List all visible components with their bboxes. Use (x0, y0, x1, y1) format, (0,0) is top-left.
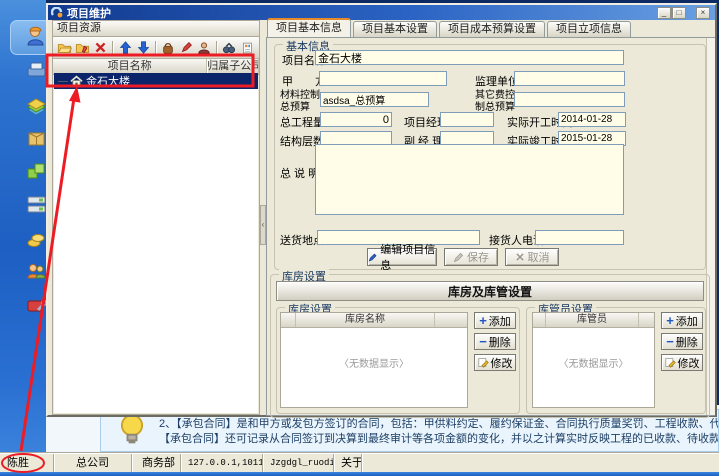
rooms-modify-button[interactable]: 修改 (474, 354, 516, 371)
dialog-title: 项目维护 (67, 5, 111, 21)
rooms-grid[interactable]: 库房名称 〈无数据显示〉 (280, 312, 468, 408)
bag-icon[interactable] (159, 39, 177, 56)
party-a-input[interactable] (319, 71, 447, 86)
open-folder-icon[interactable] (55, 39, 73, 56)
edit-folder-icon[interactable] (73, 39, 91, 56)
warehouse-header-bar: 库房及库管设置 (276, 281, 704, 301)
general-note-textarea[interactable] (315, 144, 624, 215)
tree-item-project[interactable]: — 金石大楼 (54, 73, 258, 89)
supervisor-input[interactable] (514, 71, 625, 86)
total-quantity-input[interactable] (320, 112, 392, 127)
find-icon[interactable] (220, 39, 238, 56)
maximize-button[interactable]: □ (672, 7, 686, 19)
keepers-modify-button[interactable]: 修改 (661, 354, 703, 371)
app-logo-icon (51, 7, 63, 19)
toolbar-separator (216, 41, 217, 55)
minus-icon: − (666, 337, 674, 347)
general-note-label: 总 说 明 (280, 165, 319, 181)
status-about-link[interactable]: 关于 (334, 454, 362, 472)
status-company: 总公司 (54, 454, 132, 472)
house-icon (70, 75, 83, 87)
screen: 2、【承包合同】是和甲方或发包方签订的合同，包括：甲供料约定、履约保证金、合同执… (0, 0, 719, 476)
tab-bar: 项目基本信息 项目基本设置 项目成本预算设置 项目立项信息 (267, 20, 633, 37)
column-project-name[interactable]: 项目名称 (53, 59, 207, 74)
other-budget-input[interactable] (514, 92, 625, 107)
dialog-titlebar[interactable]: 项目维护 _ □ × (48, 5, 715, 20)
tree-toolbar (53, 37, 259, 59)
keepers-remove-button[interactable]: −删除 (661, 333, 703, 350)
project-maintenance-dialog: 项目维护 _ □ × 项目资源 (46, 3, 717, 417)
material-budget-input[interactable] (320, 92, 429, 107)
status-bar: 陈胜 总公司 商务部 127.0.0.1,1011\sqlexps Jzgdgl… (0, 453, 719, 473)
toolbar-separator (155, 41, 156, 55)
total-quantity-label: 总工程量 (280, 114, 324, 130)
pen-icon[interactable] (177, 39, 195, 56)
bottom-strip (0, 472, 719, 476)
close-button[interactable]: × (696, 7, 710, 19)
keepers-add-button[interactable]: +添加 (661, 312, 703, 329)
cancel-x-icon (515, 252, 525, 262)
coins-icon[interactable] (26, 229, 47, 250)
report-icon[interactable] (238, 39, 256, 56)
minus-icon: − (479, 337, 487, 347)
tab-project-approval[interactable]: 项目立项信息 (547, 21, 631, 37)
project-manager-input[interactable] (440, 112, 494, 127)
rooms-indicator-column (281, 313, 296, 327)
save-pen-icon (453, 252, 464, 263)
plus-icon: + (666, 316, 674, 326)
tab-basic-info[interactable]: 项目基本信息 (267, 18, 351, 37)
users-icon[interactable] (26, 261, 47, 282)
rooms-remove-button[interactable]: −删除 (474, 333, 516, 350)
rooms-grid-header: 库房名称 (281, 313, 467, 328)
actual-start-input[interactable] (558, 112, 626, 127)
tree-expander[interactable]: — (58, 76, 68, 87)
rooms-empty-text: 〈无数据显示〉 (281, 355, 467, 370)
keepers-empty-text: 〈无数据显示〉 (533, 355, 654, 370)
project-resources-panel: 项目资源 项目名称 归属子公司 (52, 20, 260, 415)
plus-icon: + (479, 316, 487, 326)
rooms-name-column: 库房名称 (296, 313, 435, 327)
status-user: 陈胜 (0, 454, 54, 472)
project-tree[interactable]: — 金石大楼 (54, 73, 258, 413)
supervisor-label: 监理单位 (475, 73, 519, 89)
delete-x-icon[interactable] (91, 39, 109, 56)
status-department: 商务部 (132, 454, 181, 472)
move-down-icon[interactable] (134, 39, 152, 56)
keepers-name-column: 库管员 (546, 313, 639, 327)
report-chart-icon[interactable] (26, 96, 47, 117)
tree-item-label: 金石大楼 (86, 73, 130, 89)
worker-icon[interactable] (25, 25, 46, 46)
status-server: 127.0.0.1,1011\sqlexps (181, 454, 263, 472)
modify-icon (478, 357, 489, 368)
tip-line-2: 【承包合同】还可记录从合同签订到决算到最终审计等各项金额的变化，并以之计算实时反… (159, 430, 719, 446)
project-name-input[interactable] (315, 50, 624, 65)
column-subsidiary[interactable]: 归属子公司 (207, 59, 259, 74)
panel-caption: 项目资源 (53, 21, 259, 37)
list-icon[interactable] (26, 194, 47, 215)
rooms-add-button[interactable]: +添加 (474, 312, 516, 329)
bulb-icon (117, 412, 147, 448)
tab-basic-settings[interactable]: 项目基本设置 (353, 21, 437, 37)
person-icon[interactable] (195, 39, 213, 56)
cancel-button[interactable]: 取消 (505, 248, 559, 266)
modify-icon (665, 357, 676, 368)
save-button[interactable]: 保存 (444, 248, 498, 266)
toolbar-separator (112, 41, 113, 55)
edit-pen-icon (368, 252, 377, 263)
materials-icon[interactable] (26, 160, 47, 181)
minimize-button[interactable]: _ (657, 7, 671, 19)
keepers-grid[interactable]: 库管员 〈无数据显示〉 (532, 312, 655, 408)
keepers-grid-header: 库管员 (533, 313, 654, 328)
edit-project-button[interactable]: 编辑项目信息 (367, 248, 437, 266)
printer-icon[interactable] (26, 60, 47, 81)
keepers-indicator-column (533, 313, 546, 327)
app-sidebar (0, 0, 46, 453)
toolbox-icon[interactable] (26, 294, 47, 315)
box-icon[interactable] (26, 127, 47, 148)
move-up-icon[interactable] (116, 39, 134, 56)
status-database: Jzgdgl_ruodian (263, 454, 334, 472)
tab-cost-budget-settings[interactable]: 项目成本预算设置 (439, 21, 545, 37)
receiver-phone-input[interactable] (535, 230, 624, 245)
